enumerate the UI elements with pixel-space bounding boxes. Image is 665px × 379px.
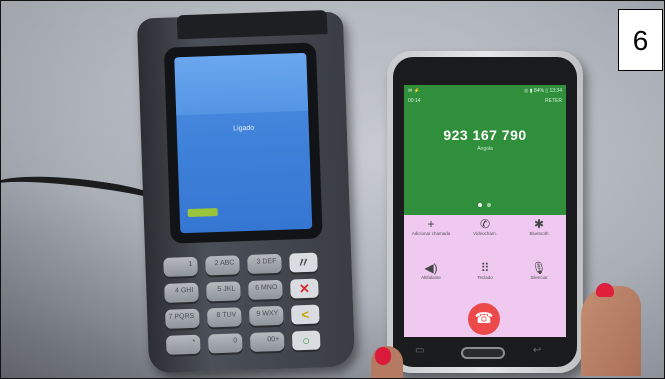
phone-front: ✉ ⚡ ◎ ▮ 84% ▯ 13:34 00:14 RETER 923 167 … [393, 57, 577, 367]
pos-screen-indicator [187, 208, 218, 218]
phone-number: 923 167 790 [443, 127, 527, 143]
mute-label: Silenciar [530, 275, 548, 280]
video-call-label: Videocham. [473, 231, 497, 236]
video-call-icon: ✆ [479, 217, 491, 231]
fingernail-right [596, 283, 614, 297]
keypad-button[interactable]: ⠿ Teclado [458, 261, 512, 301]
page-dot [487, 203, 491, 207]
call-controls: + Adicionar chamada ✆ Videocham. ✱ Bluet… [404, 217, 566, 307]
pos-enter-key[interactable]: ○ [291, 330, 321, 351]
status-notifications: ✉ ⚡ [408, 88, 420, 94]
pos-key-6[interactable]: 6 MNO [248, 279, 283, 300]
pos-key-4[interactable]: 4 GHI [164, 282, 199, 303]
keypad-icon: ⠿ [480, 261, 490, 275]
pos-cancel-key[interactable]: ✕ [290, 278, 319, 299]
pos-keypad: 1 2 ABC 3 DEF 〃 4 GHI 5 JKL 6 MNO ✕ 7 PQ… [163, 252, 337, 368]
pos-back-key[interactable]: < [290, 304, 320, 325]
pos-key-5[interactable]: 5 JKL [206, 281, 241, 302]
bluetooth-button[interactable]: ✱ Bluetooth [512, 217, 566, 257]
pos-display-bezel: Ligado [163, 42, 323, 244]
hand-right [581, 286, 641, 376]
keypad-label: Teclado [477, 275, 493, 280]
pos-key-8[interactable]: 8 TUV [207, 307, 242, 328]
call-duration: 00:14 [408, 98, 421, 104]
pos-key-2[interactable]: 2 ABC [205, 255, 240, 276]
fingernail-left [375, 347, 391, 365]
pos-screen-header [174, 52, 309, 116]
hold-button[interactable]: RETER [545, 98, 562, 104]
pos-key-7[interactable]: 7 PQRS [165, 308, 200, 329]
phone-screen: ✉ ⚡ ◎ ▮ 84% ▯ 13:34 00:14 RETER 923 167 … [404, 85, 566, 337]
status-indicators: ◎ ▮ 84% ▯ 13:34 [524, 88, 562, 94]
pos-screen-status: Ligado [233, 124, 255, 133]
plus-icon: + [427, 217, 435, 231]
pos-key-3[interactable]: 3 DEF [247, 253, 282, 274]
step-number-badge: 6 [618, 9, 663, 71]
speaker-icon: ◀) [424, 261, 438, 275]
end-call-button[interactable]: ☎ [468, 303, 500, 335]
call-location: Angola [477, 146, 493, 152]
pos-key-star[interactable]: * [165, 334, 201, 355]
page-dot-active [478, 203, 482, 207]
end-call-icon: ☎ [474, 310, 494, 327]
add-call-button[interactable]: + Adicionar chamada [404, 217, 458, 257]
pos-key-9[interactable]: 9 WXY [248, 305, 284, 326]
pos-printer-slot [176, 10, 328, 40]
call-header: ✉ ⚡ ◎ ▮ 84% ▯ 13:34 00:14 RETER 923 167 … [404, 85, 566, 215]
pos-screen: Ligado [174, 52, 313, 234]
speaker-label: Altifalante [421, 275, 441, 280]
pos-clear-key[interactable]: 〃 [289, 252, 318, 273]
pos-terminal: Ligado 1 2 ABC 3 DEF 〃 4 GHI 5 JKL 6 MNO… [136, 10, 356, 374]
recent-apps-icon[interactable]: ▭ [415, 345, 424, 356]
mute-icon: 🎙 [531, 261, 547, 275]
home-button[interactable] [461, 347, 505, 359]
add-call-label: Adicionar chamada [411, 231, 451, 236]
video-call-button[interactable]: ✆ Videocham. [458, 217, 512, 257]
speaker-button[interactable]: ◀) Altifalante [404, 261, 458, 301]
bluetooth-icon: ✱ [533, 217, 545, 231]
page-indicator [476, 203, 494, 209]
photo-frame: Ligado 1 2 ABC 3 DEF 〃 4 GHI 5 JKL 6 MNO… [0, 0, 665, 379]
bluetooth-label: Bluetooth [529, 231, 549, 236]
smartphone: ✉ ⚡ ◎ ▮ 84% ▯ 13:34 00:14 RETER 923 167 … [387, 51, 583, 373]
pos-key-00[interactable]: 00+ [249, 331, 285, 352]
status-bar: ✉ ⚡ ◎ ▮ 84% ▯ 13:34 [408, 88, 562, 96]
pos-key-1[interactable]: 1 [163, 256, 198, 277]
phone-nav-bar: ▭ ↩ [415, 343, 555, 363]
pos-key-0[interactable]: 0 [207, 333, 243, 354]
mute-button[interactable]: 🎙 Silenciar [512, 261, 566, 301]
back-icon[interactable]: ↩ [533, 345, 541, 356]
